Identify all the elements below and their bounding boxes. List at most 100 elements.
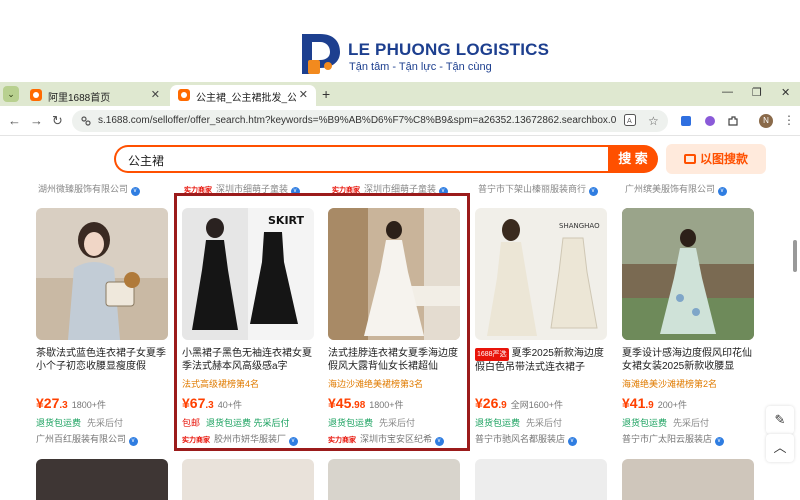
price-row: ¥27.3 1800+件 [36,395,168,413]
product-image[interactable] [36,459,168,500]
perk: 退货包运费 [36,418,82,428]
verified-icon: v [128,437,138,446]
shop-name-row[interactable]: 普宁市广太阳云服装店 v [622,432,754,446]
price-decimal: .9 [498,400,507,411]
edit-icon[interactable]: ✎ [766,406,794,434]
browser-toolbar: ← → ↻ s.1688.com/selloffer/offer_search.… [0,106,800,136]
url-text: s.1688.com/selloffer/offer_search.htm?ke… [98,115,617,126]
camera-icon [683,154,696,164]
brand-tagline: Tận tâm - Tận lực - Tận cùng [349,61,492,73]
product-image[interactable] [622,459,754,500]
price: ¥41.9 [622,395,654,411]
scrollbar-thumb[interactable] [793,240,797,272]
verified-icon: v [714,437,724,446]
verified-icon: v [130,187,140,196]
price-row: ¥26.9 全网1600+件 [475,395,607,413]
shop-name: 湖州微臻服饰有限公司 [38,184,129,194]
favicon-icon [178,89,190,101]
rank-text [36,377,168,389]
shop-name: 广州百红服装有限公司 [36,434,127,444]
shop-name: 普宁市下架山榛丽服装商行 [478,184,587,194]
perk: 先采后付 [526,418,563,428]
product-image[interactable] [622,208,754,340]
extensions-menu-icon[interactable] [727,115,739,127]
logo-icon [302,34,340,74]
menu-icon[interactable]: ⋮ [783,113,795,127]
search-input[interactable]: 公主裙 [114,145,608,173]
reload-icon[interactable]: ↻ [52,113,63,129]
price-integer: 27 [43,395,60,411]
new-tab-button[interactable]: + [322,86,330,102]
shop-name-row[interactable]: 广州百红服装有限公司 v [36,432,168,446]
close-icon[interactable]: ✕ [151,88,160,101]
perk: 先采后付 [87,418,124,428]
image-search-button[interactable]: 以图搜款 [666,144,766,174]
rank-text [475,377,607,389]
price-integer: 26 [482,395,499,411]
restore-icon[interactable]: ❐ [752,86,762,99]
shop-name-row[interactable]: 普宁市驰风名都服装店 v [475,432,607,446]
tab-label: 阿里1688首页 [48,93,111,104]
close-icon[interactable]: ✕ [299,88,308,101]
back-to-top-icon[interactable]: ︿ [766,434,794,462]
star-icon[interactable]: ☆ [648,114,659,128]
image-caption: SHANGHAO [559,222,600,230]
prev-row-shop: 普宁市下架山榛丽服装商行 v [478,182,598,196]
verified-icon: v [567,437,577,446]
product-image[interactable] [328,459,460,500]
price-decimal: .9 [645,400,654,411]
window-close-icon[interactable]: ✕ [781,86,790,99]
product-card[interactable]: 夏季设计感海边度假风印花仙女裙女装2025新款收腰显 海滩绝美沙滩裙榜第2名 ¥… [622,208,754,446]
product-title[interactable]: 茶歇法式蓝色连衣裙子女夏季小个子初恋收腰显瘦度假 [36,347,168,373]
verified-icon: v [588,187,598,196]
perks: 退货包运费 先采后付 [36,416,168,429]
sold-count: 全网1600+件 [510,400,563,410]
perks: 退货包运费 先采后付 [475,416,607,429]
product-image[interactable] [475,459,607,500]
search-value: 公主裙 [128,154,165,168]
perk: 退货包运费 [475,418,521,428]
tab-search-button[interactable]: ⌄ [3,86,19,102]
translate-icon[interactable]: A [624,114,636,129]
extension-icon[interactable] [680,115,692,127]
price-decimal: .3 [59,400,68,411]
product-card[interactable]: SHANGHAO 1688严选 夏季2025新款海边度假白色吊带法式连衣裙子 ¥2… [475,208,607,446]
shop-name: 普宁市广太阳云服装店 [622,434,713,444]
shop-name: 广州缤美服饰有限公司 [625,184,716,194]
perk: 先采后付 [673,418,710,428]
product-image[interactable] [36,208,168,340]
price: ¥26.9 [475,395,507,411]
sold-count: 1800+件 [71,400,106,410]
price: ¥27.3 [36,395,68,411]
forward-icon[interactable]: → [30,113,43,128]
brand-banner: LE PHUONG LOGISTICS Tận tâm - Tận lực - … [0,0,800,82]
price-row: ¥41.9 200+件 [622,395,754,413]
address-bar[interactable]: s.1688.com/selloffer/offer_search.htm?ke… [72,110,668,132]
site-info-icon[interactable] [80,115,92,127]
minimize-icon[interactable]: — [722,86,733,98]
back-icon[interactable]: ← [8,113,21,128]
prev-row-shop: 广州缤美服饰有限公司 v [625,182,727,196]
perks: 退货包运费 先采后付 [622,416,754,429]
shop-name: 普宁市驰风名都服装店 [475,434,566,444]
tab-1688-home[interactable]: 阿里1688首页 ✕ [22,85,168,106]
puzzle-icon[interactable] [704,115,716,127]
prev-row-shop: 湖州微臻服饰有限公司 v [38,182,140,196]
tab-search-results[interactable]: 公主裙_公主裙批发_公主裙供应... ✕ [170,85,316,106]
highlight-frame [174,193,470,451]
search-button[interactable]: 搜 索 [608,145,658,173]
image-search-label: 以图搜款 [699,152,748,166]
product-image[interactable]: SHANGHAO [475,208,607,340]
avatar[interactable]: N [759,114,773,128]
brand-name: LE PHUONG LOGISTICS [348,40,550,59]
tab-label: 公主裙_公主裙批发_公主裙供应... [196,93,296,104]
product-title[interactable]: 1688严选 夏季2025新款海边度假白色吊带法式连衣裙子 [475,347,607,373]
product-image[interactable] [182,459,314,500]
product-title[interactable]: 夏季设计感海边度假风印花仙女裙女装2025新款收腰显 [622,347,754,373]
1688-select-tag: 1688严选 [475,348,509,361]
product-card[interactable]: 茶歇法式蓝色连衣裙子女夏季小个子初恋收腰显瘦度假 ¥27.3 1800+件 退货包… [36,208,168,446]
price-integer: 41 [629,395,646,411]
verified-icon: v [717,187,727,196]
favicon-icon [30,89,42,101]
perk: 退货包运费 [622,418,668,428]
